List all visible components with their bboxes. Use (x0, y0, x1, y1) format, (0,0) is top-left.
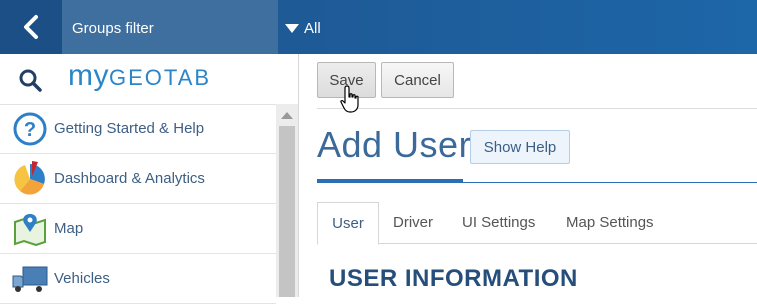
sidebar-nav: ? Getting Started & Help Dashboard & Ana… (0, 104, 276, 304)
scroll-up-icon[interactable] (281, 112, 293, 119)
map-icon (10, 210, 50, 248)
help-icon: ? (10, 110, 50, 148)
tab-driver[interactable]: Driver (393, 202, 433, 243)
sidebar-scrollbar[interactable] (276, 104, 298, 297)
page-title: Add User (317, 124, 472, 165)
caret-down-icon (285, 24, 299, 33)
save-button[interactable]: Save (317, 62, 376, 98)
sidebar-item-label: Dashboard & Analytics (54, 170, 205, 187)
svg-text:?: ? (24, 119, 36, 141)
groups-filter-dropdown[interactable]: All (285, 20, 321, 37)
logo-geotab: GEOTAB (109, 65, 212, 90)
sidebar: myGEOTAB ? Getting Started & Help Dashbo… (0, 54, 299, 304)
back-button[interactable] (0, 0, 62, 54)
cancel-button[interactable]: Cancel (381, 62, 454, 98)
sidebar-item-label: Getting Started & Help (54, 120, 205, 137)
groups-filter-value: All (304, 20, 321, 37)
main-content: Save Cancel Add User Show Help User Driv… (299, 54, 757, 297)
logo-my: my (68, 59, 109, 92)
section-title: USER INFORMATION (329, 265, 578, 292)
tab-user[interactable]: User (317, 202, 379, 245)
tab-map-settings[interactable]: Map Settings (566, 202, 654, 243)
search-icon[interactable] (18, 68, 42, 92)
truck-icon (10, 260, 50, 298)
top-bar: Groups filter All (0, 0, 757, 54)
scroll-thumb[interactable] (279, 126, 295, 297)
sidebar-item-getting-started[interactable]: ? Getting Started & Help (0, 104, 276, 154)
groups-filter-panel[interactable]: Groups filter (62, 0, 278, 54)
sidebar-item-dashboard[interactable]: Dashboard & Analytics (0, 154, 276, 204)
tab-bar: User Driver UI Settings Map Settings (317, 202, 757, 245)
sidebar-item-map[interactable]: Map (0, 204, 276, 254)
groups-filter-label: Groups filter (72, 20, 154, 37)
pie-chart-icon (10, 160, 50, 198)
mygeotab-logo[interactable]: myGEOTAB (68, 59, 211, 93)
sidebar-item-label: Map (54, 220, 84, 237)
chevron-left-icon (24, 15, 38, 39)
sidebar-header: myGEOTAB (0, 54, 298, 105)
show-help-button[interactable]: Show Help (470, 130, 570, 164)
tab-ui-settings[interactable]: UI Settings (462, 202, 535, 243)
sidebar-item-label: Vehicles (54, 270, 110, 287)
toolbar-divider (317, 108, 757, 109)
title-underline-accent (317, 179, 463, 183)
